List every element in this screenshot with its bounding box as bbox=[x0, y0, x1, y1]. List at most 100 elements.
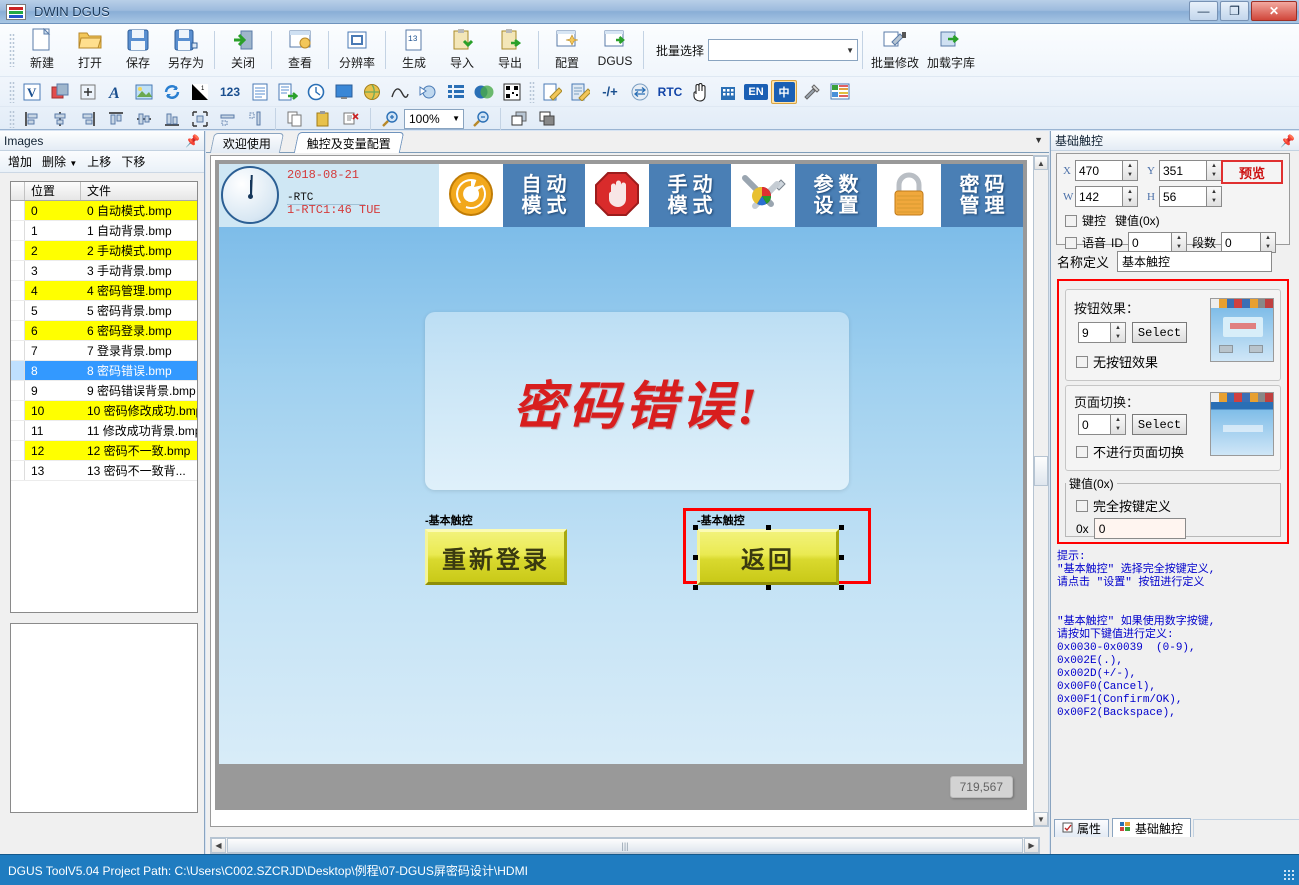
no-button-effect-checkbox[interactable] bbox=[1076, 355, 1088, 368]
edit-icon[interactable] bbox=[539, 80, 565, 104]
table-row[interactable]: 6 6 密码登录.bmp bbox=[11, 321, 197, 341]
tools-icon[interactable] bbox=[799, 80, 825, 104]
image-icon[interactable] bbox=[131, 80, 157, 104]
canvas-horizontal-scrollbar[interactable]: ◀ ||| ▶ bbox=[210, 837, 1040, 854]
voice-id-stepper[interactable]: ▲ ▼ bbox=[1172, 232, 1188, 253]
slider-icon[interactable] bbox=[415, 80, 441, 104]
move-up-button[interactable]: 上移 bbox=[87, 153, 111, 170]
view-button[interactable]: 查看 bbox=[276, 27, 324, 73]
voice-checkbox[interactable] bbox=[1065, 236, 1077, 249]
button-effect-stepper[interactable]: ▲ ▼ bbox=[1111, 322, 1126, 343]
table-row[interactable]: 5 5 密码背景.bmp bbox=[11, 301, 197, 321]
hscroll-thumb[interactable]: ||| bbox=[227, 838, 1023, 853]
batch-select-combo[interactable]: ▼ bbox=[708, 39, 859, 61]
paste-icon[interactable] bbox=[310, 109, 336, 129]
maximize-button[interactable]: ❐ bbox=[1220, 1, 1249, 21]
rtc-widget[interactable]: 2018-08-21 -RTC 1-RTC1:46 TUE bbox=[219, 164, 439, 227]
nav-manual-label-cell[interactable]: 手 动 模 式 bbox=[649, 164, 731, 227]
toolbar-grip-2[interactable] bbox=[9, 80, 15, 103]
resize-handle-w[interactable] bbox=[693, 555, 698, 560]
keycontrol-checkbox[interactable] bbox=[1065, 214, 1077, 227]
nav-params-icon-cell[interactable] bbox=[731, 164, 795, 227]
close-button[interactable]: ✕ bbox=[1251, 1, 1297, 21]
picture-overlay-icon[interactable] bbox=[47, 80, 73, 104]
load-font-button[interactable]: 加载字库 bbox=[923, 27, 979, 73]
resize-handle-ne[interactable] bbox=[839, 525, 844, 530]
zoom-level-combo[interactable]: 100% ▼ bbox=[404, 108, 464, 129]
table-row[interactable]: 13 13 密码不一致背... bbox=[11, 461, 197, 481]
segment-input[interactable]: 0 bbox=[1221, 232, 1262, 253]
note-edit-icon[interactable] bbox=[567, 80, 593, 104]
scroll-left-icon[interactable]: ◀ bbox=[211, 838, 226, 853]
button-effect-input[interactable]: 9 bbox=[1078, 322, 1111, 343]
bring-front-icon[interactable] bbox=[507, 109, 533, 129]
no-page-switch-checkbox[interactable] bbox=[1076, 445, 1088, 458]
scroll-down-icon[interactable]: ▼ bbox=[1034, 812, 1048, 826]
resolution-button[interactable]: 分辨率 bbox=[333, 27, 381, 73]
tab-welcome[interactable]: 欢迎使用 bbox=[209, 133, 285, 153]
close-project-button[interactable]: 关闭 bbox=[219, 27, 267, 73]
config-button[interactable]: 配置 bbox=[543, 27, 591, 73]
batch-modify-button[interactable]: 批量修改 bbox=[867, 27, 923, 73]
table-row[interactable]: 9 9 密码错误背景.bmp bbox=[11, 381, 197, 401]
table-row[interactable]: 12 12 密码不一致.bmp bbox=[11, 441, 197, 461]
resize-handle-s[interactable] bbox=[766, 585, 771, 590]
resize-handle-se[interactable] bbox=[839, 585, 844, 590]
page-switch-stepper[interactable]: ▲ ▼ bbox=[1111, 414, 1126, 435]
new-button[interactable]: 新建 bbox=[18, 27, 66, 73]
key-value-input[interactable]: 0 bbox=[1093, 518, 1186, 539]
save-button[interactable]: 保存 bbox=[114, 27, 162, 73]
page-switch-thumbnail[interactable] bbox=[1210, 392, 1274, 456]
crosshair-icon[interactable] bbox=[75, 80, 101, 104]
distribute-v-icon[interactable] bbox=[243, 109, 269, 129]
relogin-button-widget[interactable]: -基本触控 重新登录 bbox=[425, 512, 567, 585]
save-as-button[interactable]: 另存为 bbox=[162, 27, 210, 73]
curve-icon[interactable] bbox=[387, 80, 413, 104]
import-button[interactable]: 导入 bbox=[438, 27, 486, 73]
qrcode-icon[interactable] bbox=[499, 80, 525, 104]
y-input[interactable]: 351 bbox=[1159, 160, 1207, 181]
textbox-icon[interactable] bbox=[247, 80, 273, 104]
full-key-def-checkbox[interactable] bbox=[1076, 499, 1088, 512]
vscroll-thumb[interactable] bbox=[1034, 456, 1048, 486]
scroll-right-icon[interactable]: ▶ bbox=[1024, 838, 1039, 853]
nav-manual-icon-cell[interactable] bbox=[585, 164, 649, 227]
open-button[interactable]: 打开 bbox=[66, 27, 114, 73]
table-row[interactable]: 7 7 登录背景.bmp bbox=[11, 341, 197, 361]
send-back-icon[interactable] bbox=[535, 109, 561, 129]
back-button-widget[interactable]: -基本触控 返回 bbox=[693, 512, 844, 590]
resize-handle-e[interactable] bbox=[839, 555, 844, 560]
keypad-icon[interactable] bbox=[715, 80, 741, 104]
gradient-icon[interactable]: 1 bbox=[187, 80, 213, 104]
table-row[interactable]: 8 8 密码错误.bmp bbox=[11, 361, 197, 381]
canvas-vertical-scrollbar[interactable]: ▲ ▼ bbox=[1033, 155, 1049, 827]
button-effect-thumbnail[interactable] bbox=[1210, 298, 1274, 362]
tab-attributes[interactable]: 属性 bbox=[1054, 819, 1110, 837]
distribute-h-icon[interactable] bbox=[215, 109, 241, 129]
align-left-icon[interactable] bbox=[19, 109, 45, 129]
dgus-button[interactable]: DGUS bbox=[591, 27, 639, 73]
pin-icon[interactable]: 📌 bbox=[185, 134, 200, 148]
move-down-button[interactable]: 下移 bbox=[121, 153, 145, 170]
data-import-icon[interactable] bbox=[275, 80, 301, 104]
toolbar-grip-4[interactable] bbox=[9, 109, 15, 128]
page-switch-input[interactable]: 0 bbox=[1078, 414, 1111, 435]
button-effect-select-button[interactable]: Select bbox=[1132, 322, 1187, 343]
x-input[interactable]: 470 bbox=[1075, 160, 1123, 181]
relogin-button[interactable]: 重新登录 bbox=[425, 529, 567, 585]
resize-handle-nw[interactable] bbox=[693, 525, 698, 530]
delete-image-button[interactable]: 删除 ▼ bbox=[42, 153, 77, 170]
plusminus-icon[interactable]: -/+ bbox=[595, 80, 625, 104]
align-middle-icon[interactable] bbox=[131, 109, 157, 129]
y-stepper[interactable]: ▲ ▼ bbox=[1207, 160, 1222, 181]
width-input[interactable]: 142 bbox=[1075, 186, 1123, 207]
pin-icon[interactable]: 📌 bbox=[1280, 134, 1295, 148]
nav-params-label-cell[interactable]: 参 数 设 置 bbox=[795, 164, 877, 227]
resize-handle-sw[interactable] bbox=[693, 585, 698, 590]
height-stepper[interactable]: ▲ ▼ bbox=[1207, 186, 1222, 207]
swap-icon[interactable] bbox=[627, 80, 653, 104]
generate-button[interactable]: 13 生成 bbox=[390, 27, 438, 73]
align-top-icon[interactable] bbox=[103, 109, 129, 129]
delete-icon[interactable] bbox=[338, 109, 364, 129]
design-canvas[interactable]: 2018-08-21 -RTC 1-RTC1:46 TUE 自 动 模 式 手 … bbox=[210, 155, 1040, 827]
